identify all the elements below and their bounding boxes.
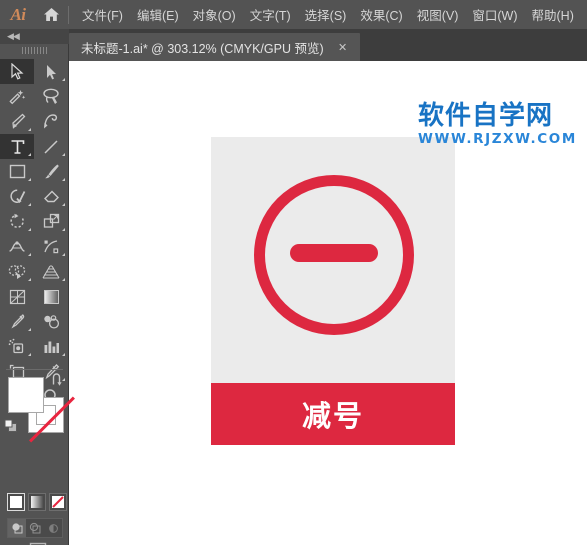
tool-flyout-indicator [62,278,65,281]
draw-inside-button[interactable] [44,519,62,537]
tool-row [0,159,69,184]
menu-select[interactable]: 选择(S) [298,0,354,29]
ai-logo: Ai [10,4,26,24]
collapse-panel-button[interactable]: ◀◀ [0,29,69,44]
eraser-tool[interactable] [34,184,68,209]
tool-flyout-indicator [62,228,65,231]
type-tool[interactable] [0,134,34,159]
paintbrush-tool[interactable] [34,159,68,184]
home-icon[interactable] [36,0,66,29]
gradient-button[interactable] [28,493,46,511]
direct-selection-tool[interactable] [34,59,68,84]
width-tool[interactable] [0,234,34,259]
tool-row [0,134,69,159]
menu-type[interactable]: 文字(T) [243,0,298,29]
document-tab-title: 未标题-1.ai* @ 303.12% (CMYK/GPU 预览) [81,41,324,56]
tool-row [0,309,69,334]
draw-normal-button[interactable] [8,519,26,537]
fill-swatch[interactable] [8,377,44,413]
artwork-label-text: 减号 [301,399,364,433]
eyedropper-tool[interactable] [0,309,34,334]
menu-view[interactable]: 视图(V) [410,0,466,29]
chevron-double-left-icon: ◀◀ [7,31,20,41]
tool-flyout-indicator [62,78,65,81]
tool-flyout-indicator [28,128,31,131]
symbol-sprayer-tool[interactable] [0,334,34,359]
tool-flyout-indicator [28,278,31,281]
panel-drag-handle[interactable] [0,44,69,57]
menu-help[interactable]: 帮助(H) [525,0,581,29]
menu-effect[interactable]: 效果(C) [353,0,409,29]
tool-row [0,209,69,234]
tool-flyout-indicator [28,153,31,156]
default-fill-stroke-icon[interactable] [4,419,18,438]
artboard: 减号 [211,137,455,445]
selection-tool[interactable] [0,59,34,84]
magic-wand-tool[interactable] [0,84,34,109]
tool-flyout-indicator [28,253,31,256]
tool-grid [0,59,69,409]
rotate-tool[interactable] [0,209,34,234]
document-tab-bar: 未标题-1.ai* @ 303.12% (CMYK/GPU 预览) ✕ [0,29,587,61]
color-button[interactable] [7,493,25,511]
menu-file[interactable]: 文件(F) [75,0,130,29]
menu-object[interactable]: 对象(O) [186,0,243,29]
swap-fill-stroke-icon[interactable] [50,373,64,392]
tools-divider [6,369,63,370]
tool-row [0,284,69,309]
menu-divider [68,5,69,24]
tool-flyout-indicator [62,178,65,181]
artwork-label-band: 减号 [211,383,455,445]
gradient-tool[interactable] [34,284,68,309]
color-mode-buttons [7,493,67,511]
tool-row [0,109,69,134]
watermark: 软件自学网 WWW.RJZXW.COM [418,101,583,148]
tool-row [0,334,69,359]
watermark-cn-text: 软件自学网 [418,101,554,131]
tool-flyout-indicator [62,253,65,256]
tool-flyout-indicator [28,228,31,231]
tool-flyout-indicator [62,353,65,356]
shape-builder-tool[interactable] [0,259,34,284]
pen-tool[interactable] [0,109,34,134]
tool-flyout-indicator [62,153,65,156]
line-segment-tool[interactable] [34,134,68,159]
illustrator-window: Ai 文件(F) 编辑(E) 对象(O) 文字(T) 选择(S) 效果(C) 视… [0,0,587,545]
tools-panel: ◀◀ [0,29,69,545]
document-tab[interactable]: 未标题-1.ai* @ 303.12% (CMYK/GPU 预览) ✕ [69,33,360,61]
drawing-mode-buttons [7,518,63,538]
menu-edit[interactable]: 编辑(E) [130,0,186,29]
curvature-tool[interactable] [34,109,68,134]
tool-row [0,184,69,209]
tool-row [0,84,69,109]
minus-bar-shape [290,244,378,262]
draw-behind-button[interactable] [26,519,44,537]
shaper-tool[interactable] [0,184,34,209]
tool-flyout-indicator [28,353,31,356]
document-canvas[interactable]: 减号 软件自学网 WWW.RJZXW.COM [70,61,587,545]
mesh-tool[interactable] [0,284,34,309]
perspective-grid-tool[interactable] [34,259,68,284]
tool-row [0,59,69,84]
tool-row [0,259,69,284]
fill-stroke-control [4,373,64,433]
tool-flyout-indicator [62,203,65,206]
column-graph-tool[interactable] [34,334,68,359]
watermark-url-text: WWW.RJZXW.COM [418,131,577,148]
close-icon[interactable]: ✕ [336,40,350,54]
tool-row [0,234,69,259]
rectangle-tool[interactable] [0,159,34,184]
scale-tool[interactable] [34,209,68,234]
lasso-tool[interactable] [34,84,68,109]
tool-flyout-indicator [28,178,31,181]
tool-flyout-indicator [28,328,31,331]
tool-flyout-indicator [28,203,31,206]
blend-tool[interactable] [34,309,68,334]
menu-window[interactable]: 窗口(W) [465,0,524,29]
menu-bar: Ai 文件(F) 编辑(E) 对象(O) 文字(T) 选择(S) 效果(C) 视… [0,0,587,29]
none-button[interactable] [49,493,67,511]
free-transform-tool[interactable] [34,234,68,259]
